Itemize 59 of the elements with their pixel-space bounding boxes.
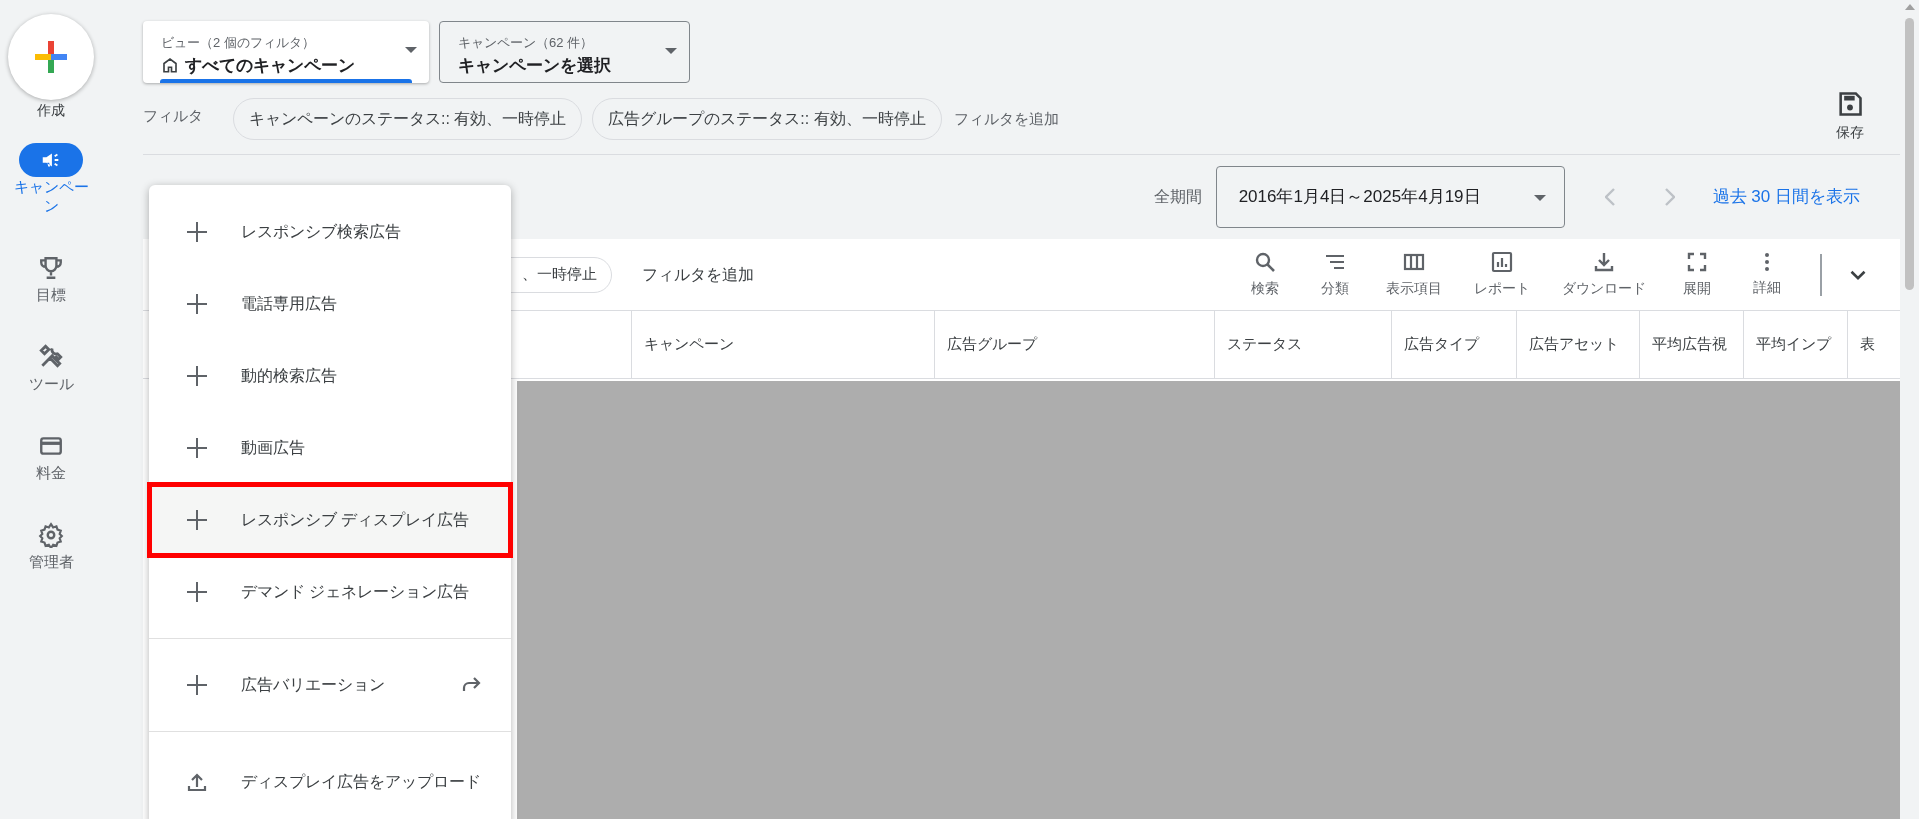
- menu-item[interactable]: 動画広告: [149, 412, 511, 484]
- menu-item[interactable]: 動的検索広告: [149, 340, 511, 412]
- chevron-right-icon: [1664, 188, 1675, 206]
- toolbar-button[interactable]: 表示項目: [1370, 250, 1458, 299]
- dropdown-arrow-icon: [1533, 195, 1546, 201]
- more-icon: [1764, 251, 1770, 273]
- filter-label: フィルタ: [143, 105, 203, 126]
- last-30-days-link[interactable]: 過去 30 日間を表示: [1712, 184, 1860, 210]
- plus-icon: [185, 292, 209, 316]
- save-button[interactable]: 保存: [1836, 90, 1864, 143]
- tools-icon: [38, 344, 64, 370]
- column-header[interactable]: 広告アセット: [1529, 333, 1619, 356]
- add-filter-link[interactable]: フィルタを追加: [953, 107, 1059, 131]
- dropdown-arrow-icon: [665, 48, 677, 54]
- column-header[interactable]: 広告タイプ: [1404, 333, 1479, 356]
- toolbar-button[interactable]: ダウンロード: [1546, 250, 1662, 299]
- search-icon: [1253, 250, 1277, 274]
- column-header[interactable]: 表: [1860, 333, 1875, 356]
- toolbar-button[interactable]: 検索: [1230, 250, 1300, 299]
- trophy-icon: [38, 255, 64, 281]
- plus-icon: [185, 436, 209, 460]
- campaign-dropdown[interactable]: キャンペーン（62 件） キャンペーンを選択: [439, 21, 690, 83]
- column-header[interactable]: キャンペーン: [644, 333, 734, 356]
- column-header[interactable]: 広告グループ: [947, 333, 1037, 356]
- date-label: 全期間: [1153, 187, 1202, 207]
- date-range-dropdown[interactable]: 2016年1月4日～2025年4月19日: [1215, 166, 1565, 228]
- toolbar-button[interactable]: 展開: [1662, 250, 1732, 299]
- column-header[interactable]: 平均広告視: [1652, 333, 1727, 356]
- nav-item[interactable]: キャンペーン: [3, 143, 99, 215]
- view-dropdown[interactable]: ビュー（2 個のフィルタ） すべてのキャンペーン: [143, 21, 429, 83]
- plus-icon: [185, 580, 209, 604]
- nav-item[interactable]: 管理者: [3, 518, 99, 571]
- nav-item[interactable]: 料金: [3, 429, 99, 482]
- plus-icon: [185, 673, 209, 697]
- home-icon: [161, 56, 179, 75]
- fullscreen-icon: [1685, 250, 1709, 274]
- bar-chart-icon: [1490, 250, 1514, 274]
- toolbar-button[interactable]: レポート: [1458, 250, 1546, 299]
- plus-icon: [185, 364, 209, 388]
- dropdown-arrow-icon: [405, 47, 417, 53]
- menu-item[interactable]: レスポンシブ ディスプレイ広告: [149, 484, 511, 556]
- menu-item[interactable]: 広告バリエーション: [149, 649, 511, 721]
- plus-icon: [185, 508, 209, 532]
- toolbar-button[interactable]: 分類: [1300, 250, 1370, 299]
- menu-item[interactable]: ディスプレイ広告をアップロード: [149, 742, 511, 819]
- menu-item[interactable]: デマンド ジェネレーション広告: [149, 556, 511, 628]
- column-header[interactable]: 平均インプ: [1756, 333, 1831, 356]
- download-icon: [1592, 250, 1616, 274]
- chevron-left-icon: [1604, 188, 1615, 206]
- nav-item[interactable]: 目標: [3, 251, 99, 304]
- plus-icon: [185, 220, 209, 244]
- settings-icon: [38, 522, 64, 548]
- nav-item[interactable]: ツール: [3, 340, 99, 393]
- create-label: 作成: [37, 101, 65, 120]
- column-header[interactable]: ステータス: [1227, 333, 1302, 356]
- save-icon: [1836, 90, 1864, 118]
- add-filter-link[interactable]: フィルタを追加: [642, 262, 754, 287]
- toolbar-button[interactable]: 詳細: [1732, 251, 1802, 298]
- create-button[interactable]: [8, 14, 94, 100]
